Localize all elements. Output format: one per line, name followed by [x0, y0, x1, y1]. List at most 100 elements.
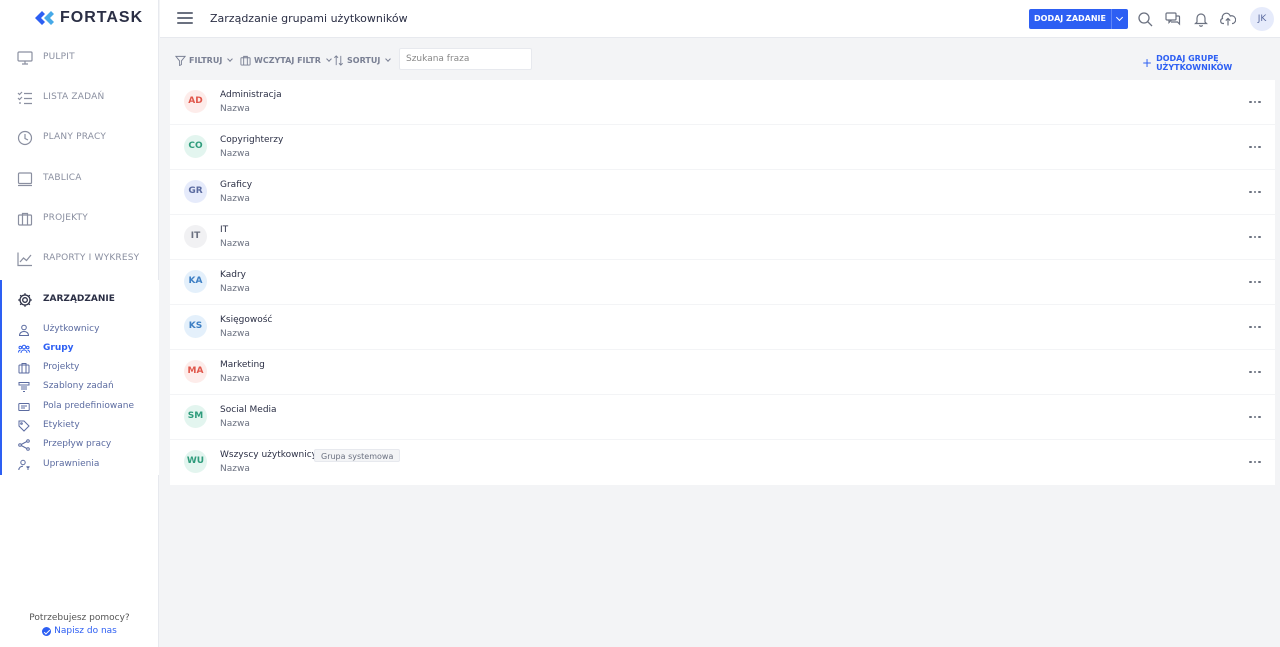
group-subtitle: Nazwa	[220, 149, 250, 159]
logo-text: FORTASK	[60, 9, 144, 26]
more-options-icon[interactable]	[1249, 187, 1261, 197]
nav-item-plany-pracy[interactable]: PLANY PRACY	[0, 118, 159, 158]
menu-toggle-icon[interactable]	[177, 12, 193, 24]
nav-item-label: RAPORTY I WYKRESY	[43, 253, 140, 263]
system-group-badge: Grupa systemowa	[314, 449, 401, 462]
group-subtitle: Nazwa	[220, 104, 250, 114]
add-group-label: DODAJ GRUPĘ UŻYTKOWNIKÓW	[1156, 54, 1233, 72]
more-options-icon[interactable]	[1249, 412, 1261, 422]
checklist-icon	[17, 90, 33, 106]
sidebar-item-label: Etykiety	[43, 420, 80, 430]
more-options-icon[interactable]	[1249, 232, 1261, 242]
sidebar-item-label: Przepływ pracy	[43, 439, 112, 449]
load-filter-label: WCZYTAJ FILTR	[254, 55, 321, 65]
sidebar-item-label: Uprawnienia	[43, 459, 100, 469]
group-subtitle: Nazwa	[220, 374, 250, 384]
sidebar-item-label: Projekty	[43, 362, 80, 372]
more-options-icon[interactable]	[1249, 322, 1261, 332]
chat-icon[interactable]	[1165, 11, 1181, 27]
list-item[interactable]: KA Kadry Nazwa	[170, 260, 1275, 304]
add-group-button[interactable]: + DODAJ GRUPĘ UŻYTKOWNIKÓW	[1142, 54, 1280, 72]
load-filter-icon	[240, 55, 251, 66]
nav-item-label: TABLICA	[43, 173, 82, 183]
clock-icon	[17, 130, 33, 146]
group-subtitle: Nazwa	[220, 419, 250, 429]
fortask-logo-icon	[35, 10, 54, 25]
nav-item-lista-zadan[interactable]: LISTA ZADAŃ	[0, 78, 159, 118]
gear-icon	[17, 292, 33, 308]
list-item[interactable]: MA Marketing Nazwa	[170, 350, 1275, 394]
search-icon[interactable]	[1137, 11, 1153, 27]
group-avatar: CO	[184, 135, 207, 158]
sort-label: SORTUJ	[347, 55, 381, 65]
sidebar-item-szablony[interactable]: Szablony zadań	[2, 377, 159, 396]
sidebar-item-uzytkownicy[interactable]: Użytkownicy	[2, 320, 159, 339]
list-item[interactable]: KS Księgowość Nazwa	[170, 305, 1275, 349]
list-item[interactable]: IT IT Nazwa	[170, 215, 1275, 259]
sidebar-item-pola-predefiniowane[interactable]: Pola predefiniowane	[2, 397, 159, 416]
group-name: Administracja	[220, 90, 282, 100]
more-options-icon[interactable]	[1249, 97, 1261, 107]
user-avatar[interactable]: JK	[1250, 7, 1274, 31]
list-item[interactable]: SM Social Media Nazwa	[170, 395, 1275, 439]
board-icon	[17, 171, 33, 187]
nav-item-label: LISTA ZADAŃ	[43, 92, 105, 102]
sidebar-item-uprawnienia[interactable]: Uprawnienia	[2, 455, 159, 474]
logo[interactable]: FORTASK	[35, 9, 143, 27]
group-subtitle: Nazwa	[220, 239, 250, 249]
nav-item-label: PULPIT	[43, 52, 75, 62]
filter-label: FILTRUJ	[189, 55, 223, 65]
list-item[interactable]: AD Administracja Nazwa	[170, 80, 1275, 124]
filter-button[interactable]: FILTRUJ	[175, 54, 234, 66]
add-task-button[interactable]: DODAJ ZADANIE	[1029, 9, 1128, 29]
sort-button[interactable]: SORTUJ	[333, 54, 392, 66]
more-options-icon[interactable]	[1249, 367, 1261, 377]
workflow-icon	[18, 439, 30, 451]
help-contact-link[interactable]: Napisz do nas	[42, 626, 117, 636]
sort-icon	[334, 54, 343, 66]
group-name: Copyrighterzy	[220, 135, 284, 145]
bell-icon[interactable]	[1193, 11, 1209, 27]
group-name: Wszyscy użytkownicy	[220, 450, 317, 460]
add-task-dropdown-chevron-icon[interactable]	[1111, 9, 1128, 29]
cloud-upload-icon[interactable]	[1220, 11, 1236, 27]
sidebar-item-label: Grupy	[43, 343, 74, 353]
chevron-down-icon	[326, 55, 332, 62]
nav-item-tablica[interactable]: TABLICA	[0, 159, 159, 199]
load-filter-button[interactable]: WCZYTAJ FILTR	[240, 54, 332, 66]
nav-item-zarzadzanie[interactable]: ZARZĄDZANIE	[2, 280, 159, 320]
chevron-down-icon	[385, 55, 392, 62]
tag-icon	[18, 420, 30, 432]
nav-item-label: ZARZĄDZANIE	[43, 294, 115, 304]
sidebar-item-etykiety[interactable]: Etykiety	[2, 416, 159, 435]
nav-item-label: PROJEKTY	[43, 213, 88, 223]
sidebar-item-label: Pola predefiniowane	[43, 401, 134, 411]
group-avatar: GR	[184, 180, 207, 203]
group-subtitle: Nazwa	[220, 284, 250, 294]
sidebar-item-label: Użytkownicy	[43, 324, 100, 334]
sidebar: FORTASK PULPIT LISTA ZADAŃ PLANY PRACY T…	[0, 0, 159, 647]
list-item[interactable]: WU Wszyscy użytkownicy Grupa systemowa Nazw…	[170, 440, 1275, 485]
group-list: AD Administracja Nazwa CO Copyrighterzy Nazwa…	[170, 80, 1275, 486]
more-options-icon[interactable]	[1249, 457, 1261, 467]
add-task-label: DODAJ ZADANIE	[1034, 14, 1106, 23]
nav-item-pulpit[interactable]: PULPIT	[0, 38, 159, 78]
sidebar-item-grupy[interactable]: Grupy	[2, 339, 159, 358]
search-input[interactable]	[399, 48, 532, 70]
list-item[interactable]: CO Copyrighterzy Nazwa	[170, 125, 1275, 169]
more-options-icon[interactable]	[1249, 277, 1261, 287]
group-avatar: MA	[184, 360, 207, 383]
nav-item-projekty[interactable]: PROJEKTY	[0, 199, 159, 239]
plus-icon: +	[1142, 56, 1153, 70]
sidebar-item-przeplyw-pracy[interactable]: Przepływ pracy	[2, 435, 159, 454]
sidebar-item-projekty[interactable]: Projekty	[2, 358, 159, 377]
more-options-icon[interactable]	[1249, 142, 1261, 152]
group-name: Kadry	[220, 270, 246, 280]
chevron-down-icon	[227, 55, 234, 62]
group-name: IT	[220, 225, 229, 235]
help-box: Potrzebujesz pomocy? Napisz do nas	[0, 613, 159, 639]
list-item[interactable]: GR Graficy Nazwa	[170, 170, 1275, 214]
nav-item-raporty[interactable]: RAPORTY I WYKRESY	[0, 239, 159, 279]
template-icon	[18, 381, 30, 393]
monitor-icon	[17, 50, 33, 66]
